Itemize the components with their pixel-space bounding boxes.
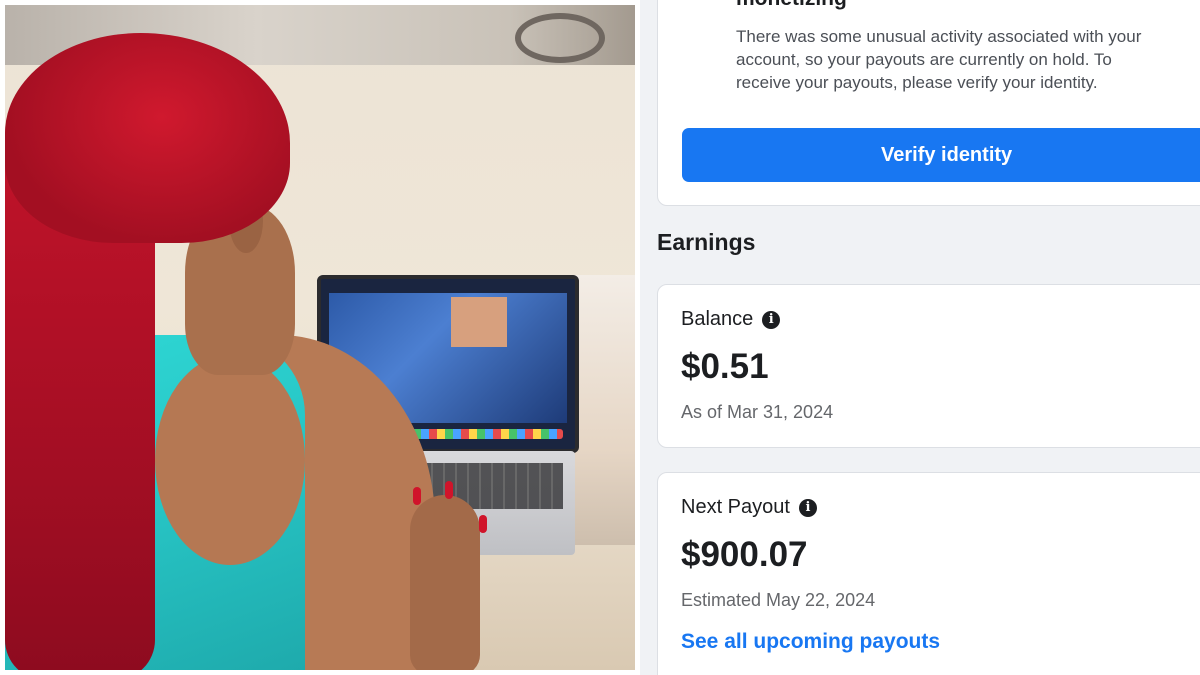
earnings-heading: Earnings [657,229,756,255]
alert-title: monetizing [736,0,847,11]
photo-arm [155,355,305,565]
info-icon[interactable]: i [762,310,781,329]
photo-nail [445,481,453,499]
balance-label-row: Balance i [681,308,781,331]
payout-hold-alert-card: monetizing There was some unusual activi… [657,0,1200,206]
balance-card: Balance i $0.51 As of Mar 31, 2024 [657,284,1200,448]
balance-as-of: As of Mar 31, 2024 [681,402,834,422]
next-payout-label-row: Next Payout i [681,496,817,519]
verify-identity-button[interactable]: Verify identity [682,128,1200,182]
earnings-panel: monetizing There was some unusual activi… [640,0,1200,675]
next-payout-label: Next Payout [681,496,790,518]
see-all-upcoming-payouts-link[interactable]: See all upcoming payouts [681,630,940,654]
next-payout-card: Next Payout i $900.07 Estimated May 22, … [657,472,1200,675]
photo-hand [410,495,480,670]
photo-nail [479,515,487,533]
info-icon[interactable]: i [798,498,817,517]
balance-label: Balance [681,308,754,330]
photo-wall-art [515,13,605,63]
balance-amount: $0.51 [681,347,769,386]
next-payout-estimated-date: Estimated May 22, 2024 [681,590,876,610]
alert-message: There was some unusual activity associat… [736,27,1142,92]
photo-nail [413,487,421,505]
photo-video-clip [451,297,507,347]
next-payout-amount: $900.07 [681,535,808,574]
photo-woman-at-laptop [5,5,635,670]
